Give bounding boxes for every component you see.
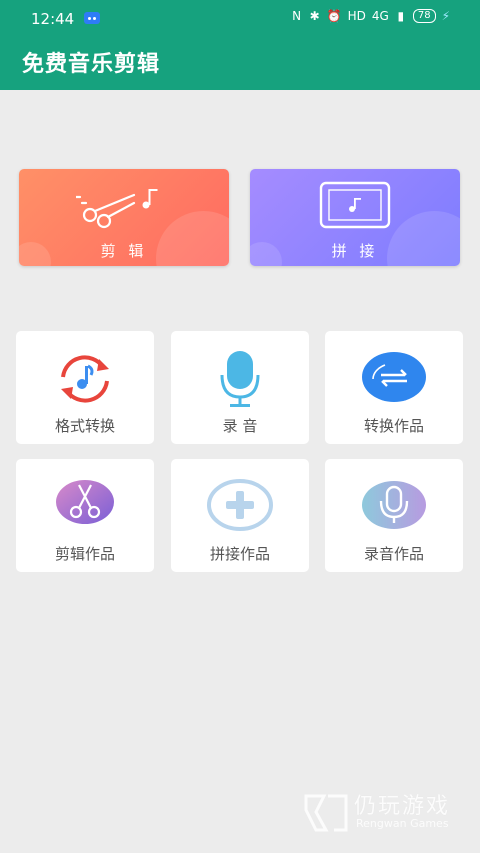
plus-circle-icon [207, 479, 273, 531]
microphone-icon [362, 481, 426, 529]
tile-record-works[interactable]: 录音作品 [325, 459, 463, 572]
cut-card[interactable]: 剪 辑 [19, 169, 229, 266]
scissors-music-icon [76, 189, 158, 229]
tile-converted-works[interactable]: 转换作品 [325, 331, 463, 444]
battery-indicator: 78 [412, 9, 436, 23]
screen-music-icon [319, 181, 391, 229]
tile-label: 录音作品 [363, 545, 424, 563]
nfc-icon: Ν [292, 9, 302, 23]
join-card[interactable]: 拼 接 [250, 169, 460, 266]
charging-icon: ⚡ [441, 9, 450, 23]
tile-join-works[interactable]: 拼接作品 [171, 459, 309, 572]
status-time: 12:44 [31, 10, 75, 28]
android-icon [84, 12, 100, 24]
status-icons: Ν ✱ ⏰ HD 4G ▮ 78 ⚡ [291, 9, 450, 23]
tile-label: 格式转换 [54, 417, 115, 435]
tile-label: 转换作品 [363, 417, 424, 435]
microphone-icon [220, 351, 260, 407]
watermark-subtitle: Rengwan Games [356, 817, 449, 830]
tile-label: 录 音 [222, 417, 258, 435]
join-label: 拼 接 [331, 242, 379, 260]
tile-cut-works[interactable]: 剪辑作品 [16, 459, 154, 572]
status-bar: 12:44 Ν ✱ ⏰ HD 4G ▮ 78 ⚡ [0, 0, 480, 38]
convert-arrows-icon [362, 352, 426, 402]
watermark-logo-icon [304, 794, 348, 832]
signal-indicator: 4G [371, 9, 389, 23]
watermark-title: 仍玩游戏 [354, 794, 451, 819]
alarm-icon: ⏰ [326, 9, 342, 23]
page-title: 免费音乐剪辑 [22, 52, 161, 77]
tile-format-convert[interactable]: 格式转换 [16, 331, 154, 444]
app-bar: 12:44 Ν ✱ ⏰ HD 4G ▮ 78 ⚡ 免费音乐剪辑 [0, 0, 480, 90]
hd-indicator: HD [347, 9, 366, 23]
tile-label: 拼接作品 [209, 545, 270, 563]
tile-label: 剪辑作品 [54, 545, 115, 563]
cut-label: 剪 辑 [100, 242, 148, 260]
format-convert-icon [61, 355, 109, 403]
watermark: 仍玩游戏 Rengwan Games [304, 786, 464, 836]
tile-record[interactable]: 录 音 [171, 331, 309, 444]
signal-bars-icon: ▮ [397, 9, 405, 23]
bluetooth-icon: ✱ [309, 9, 320, 23]
scissors-icon [56, 480, 114, 524]
